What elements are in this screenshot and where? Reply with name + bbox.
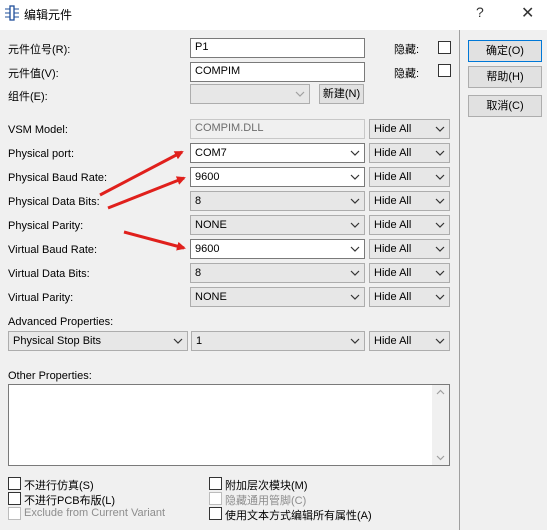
red-arrow-virtual-baud [123,230,186,251]
red-arrow-port [99,150,184,197]
red-arrow-physical-baud [107,176,186,210]
annotation-overlay [99,150,186,251]
